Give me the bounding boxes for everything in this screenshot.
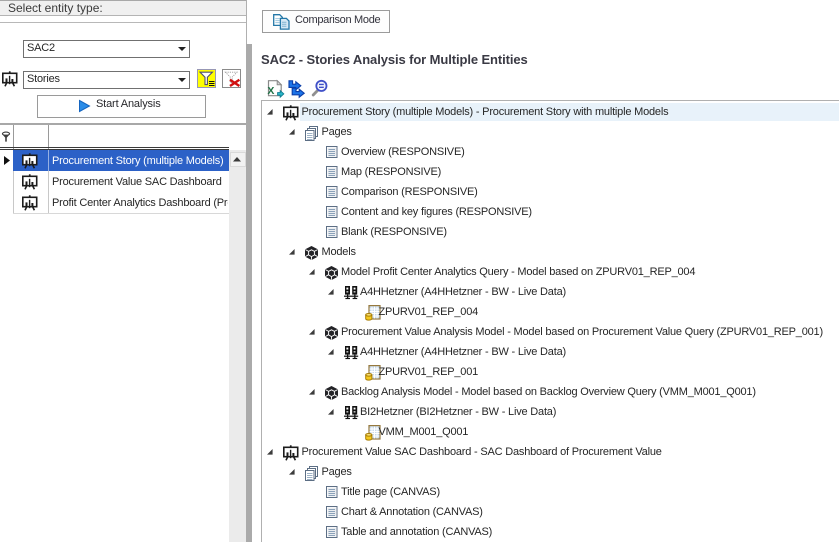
svg-text:X: X bbox=[267, 85, 274, 97]
